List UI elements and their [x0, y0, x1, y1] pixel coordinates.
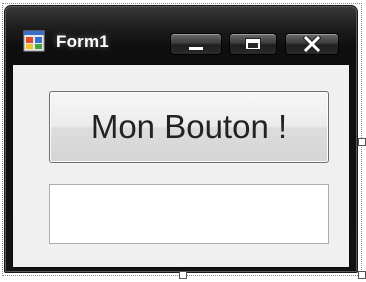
maximize-button[interactable] [229, 33, 277, 55]
resize-handle-right[interactable] [358, 138, 366, 146]
resize-handle-corner[interactable] [358, 271, 366, 279]
minimize-button[interactable] [170, 33, 222, 55]
close-button[interactable] [285, 33, 339, 55]
minimize-icon [188, 45, 204, 51]
form-app-icon [23, 30, 45, 52]
title-bar[interactable]: Form1 [5, 6, 357, 58]
text-input[interactable] [49, 184, 329, 244]
mon-bouton-button[interactable]: Mon Bouton ! [49, 91, 329, 163]
close-icon [303, 36, 321, 52]
designer-surface: Form1 Mon Bouton ! [0, 0, 366, 282]
form-window: Form1 Mon Bouton ! [4, 5, 358, 273]
form-client-area: Mon Bouton ! [12, 64, 350, 268]
resize-handle-bottom[interactable] [179, 271, 187, 279]
maximize-icon [245, 38, 261, 50]
window-title: Form1 [56, 32, 109, 51]
